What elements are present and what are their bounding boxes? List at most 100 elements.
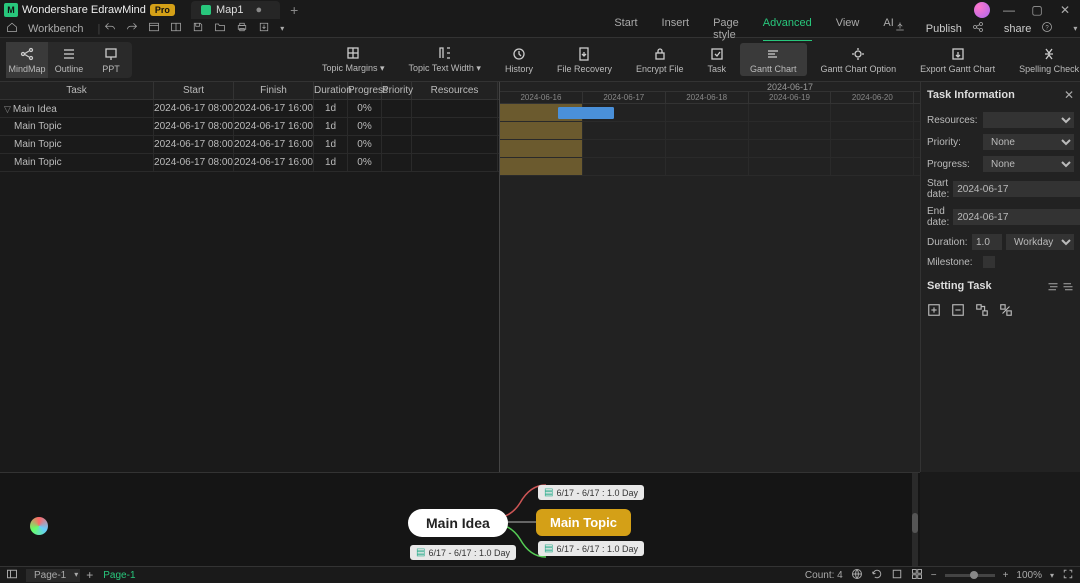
help-dd[interactable]: ▾: [1073, 24, 1077, 33]
app-logo-icon: M: [4, 3, 18, 17]
page-selector[interactable]: Page-1: [26, 569, 80, 582]
publish-icon[interactable]: [894, 21, 906, 36]
setting-tools: [1047, 280, 1074, 295]
add-page-button[interactable]: +: [86, 568, 93, 582]
help-button[interactable]: ?: [1041, 21, 1053, 36]
task-information-panel: Task Information ✕ Resources: Priority:N…: [920, 82, 1080, 472]
duration-input[interactable]: [972, 234, 1002, 250]
ribbon-task[interactable]: Task: [697, 43, 736, 76]
add-task-button[interactable]: [927, 303, 941, 320]
zoom-in-button[interactable]: +: [1003, 570, 1009, 581]
new-tab-button[interactable]: +: [290, 2, 298, 18]
open-button[interactable]: [214, 21, 226, 36]
ribbon-export-gantt-chart[interactable]: Export Gantt Chart: [910, 43, 1005, 76]
globe-button[interactable]: [851, 568, 863, 583]
undo-button[interactable]: [104, 21, 116, 36]
fit-button[interactable]: [891, 568, 903, 583]
date-badge-2: ▤6/17 - 6/17 : 1.0 Day: [538, 541, 644, 556]
view-outline-button[interactable]: Outline: [48, 42, 90, 78]
gantt-day: 2024-06-17: [583, 92, 666, 104]
gantt-day: 2024-06-19: [749, 92, 832, 104]
layout1-button[interactable]: [148, 21, 160, 36]
layout2-button[interactable]: [170, 21, 182, 36]
sidebar-toggle-button[interactable]: [6, 568, 18, 583]
unlink-task-button[interactable]: [999, 303, 1013, 320]
ribbon-spelling-check[interactable]: Spelling Check: [1009, 43, 1080, 76]
workbench-label[interactable]: Workbench: [28, 23, 83, 35]
table-row[interactable]: Main Topic2024-06-17 08:002024-06-17 16:…: [0, 118, 499, 136]
ribbon-history[interactable]: History: [495, 43, 543, 76]
view-mindmap-button[interactable]: MindMap: [6, 42, 48, 78]
col-progress: Progress: [348, 82, 382, 99]
menu-page-style[interactable]: Page style: [713, 17, 739, 41]
menu-start[interactable]: Start: [614, 17, 637, 41]
duration-unit-select[interactable]: Workday: [1006, 234, 1074, 250]
ribbon-topic-text-width[interactable]: Topic Text Width ▾: [399, 43, 491, 76]
menu-insert[interactable]: Insert: [662, 17, 690, 41]
end-date-input[interactable]: [953, 209, 1080, 225]
lbl-resources: Resources:: [927, 115, 979, 126]
date-badge-1: ▤6/17 - 6/17 : 1.0 Day: [538, 485, 644, 500]
minimize-button[interactable]: —: [1000, 3, 1018, 17]
link-task-button[interactable]: [975, 303, 989, 320]
resources-select[interactable]: [983, 112, 1074, 128]
share-label[interactable]: share: [1004, 23, 1032, 35]
share-icon[interactable]: [972, 21, 984, 36]
ribbon-gantt-chart[interactable]: Gantt Chart: [740, 43, 807, 76]
gantt-bar[interactable]: [558, 107, 614, 119]
menu-advanced[interactable]: Advanced: [763, 17, 812, 41]
main-idea-node[interactable]: Main Idea: [408, 509, 508, 537]
ai-logo-icon[interactable]: [30, 517, 48, 535]
col-resources: Resources: [412, 82, 498, 99]
page-tab[interactable]: Page-1: [103, 570, 135, 581]
svg-text:?: ?: [1046, 25, 1050, 31]
grid-button[interactable]: [911, 568, 923, 583]
publish-label[interactable]: Publish: [926, 23, 962, 35]
remove-task-button[interactable]: [951, 303, 965, 320]
home-icon[interactable]: [6, 21, 18, 36]
close-button[interactable]: ✕: [1056, 3, 1074, 17]
preview-scroll-thumb[interactable]: [912, 513, 918, 533]
table-row[interactable]: ▽Main Idea2024-06-17 08:002024-06-17 16:…: [0, 100, 499, 118]
save-button[interactable]: [192, 21, 204, 36]
date-badge-3: ▤6/17 - 6/17 : 1.0 Day: [410, 545, 516, 560]
fullscreen-button[interactable]: [1062, 568, 1074, 583]
print-button[interactable]: [236, 21, 248, 36]
ribbon-gantt-chart-option[interactable]: Gantt Chart Option: [811, 43, 907, 76]
main-topic-node[interactable]: Main Topic: [536, 509, 631, 536]
priority-select[interactable]: None: [983, 134, 1074, 150]
setting-task-label: Setting Task: [927, 280, 992, 295]
refresh-button[interactable]: [871, 568, 883, 583]
ribbon-file-recovery[interactable]: File Recovery: [547, 43, 622, 76]
table-row[interactable]: Main Topic2024-06-17 08:002024-06-17 16:…: [0, 154, 499, 172]
start-date-input[interactable]: [953, 181, 1080, 197]
separator: |: [97, 23, 100, 35]
zoom-slider[interactable]: [945, 574, 995, 577]
ribbon-encrypt-file[interactable]: Encrypt File: [626, 43, 694, 76]
mindmap-preview[interactable]: Main Idea Main Topic ▤6/17 - 6/17 : 1.0 …: [0, 472, 920, 566]
doc-icon: [201, 5, 211, 15]
view-ppt-button[interactable]: PPT: [90, 42, 132, 78]
export-dd[interactable]: ▾: [280, 24, 284, 33]
main-menu: Start Insert Page style Advanced View AI: [614, 17, 893, 41]
panel-close-button[interactable]: ✕: [1064, 88, 1074, 102]
zoom-dd[interactable]: ▾: [1050, 571, 1054, 580]
milestone-checkbox[interactable]: [983, 256, 995, 268]
ribbon-topic-margins[interactable]: Topic Margins ▾: [312, 43, 395, 76]
pro-badge: Pro: [150, 4, 175, 16]
table-row[interactable]: Main Topic2024-06-17 08:002024-06-17 16:…: [0, 136, 499, 154]
maximize-button[interactable]: ▢: [1028, 3, 1046, 17]
user-avatar[interactable]: [974, 2, 990, 18]
export-button[interactable]: [258, 21, 270, 36]
menu-ai[interactable]: AI: [883, 17, 893, 41]
task-table: Task Start Finish Duration Progress Prio…: [0, 82, 500, 472]
menu-view[interactable]: View: [836, 17, 860, 41]
tab-title: Map1: [216, 4, 244, 16]
document-tab[interactable]: Map1 ●: [191, 1, 280, 19]
col-finish: Finish: [234, 82, 314, 99]
zoom-out-button[interactable]: −: [931, 570, 937, 581]
lbl-priority: Priority:: [927, 137, 979, 148]
gantt-day: 2024-06-20: [831, 92, 914, 104]
progress-select[interactable]: None: [983, 156, 1074, 172]
redo-button[interactable]: [126, 21, 138, 36]
